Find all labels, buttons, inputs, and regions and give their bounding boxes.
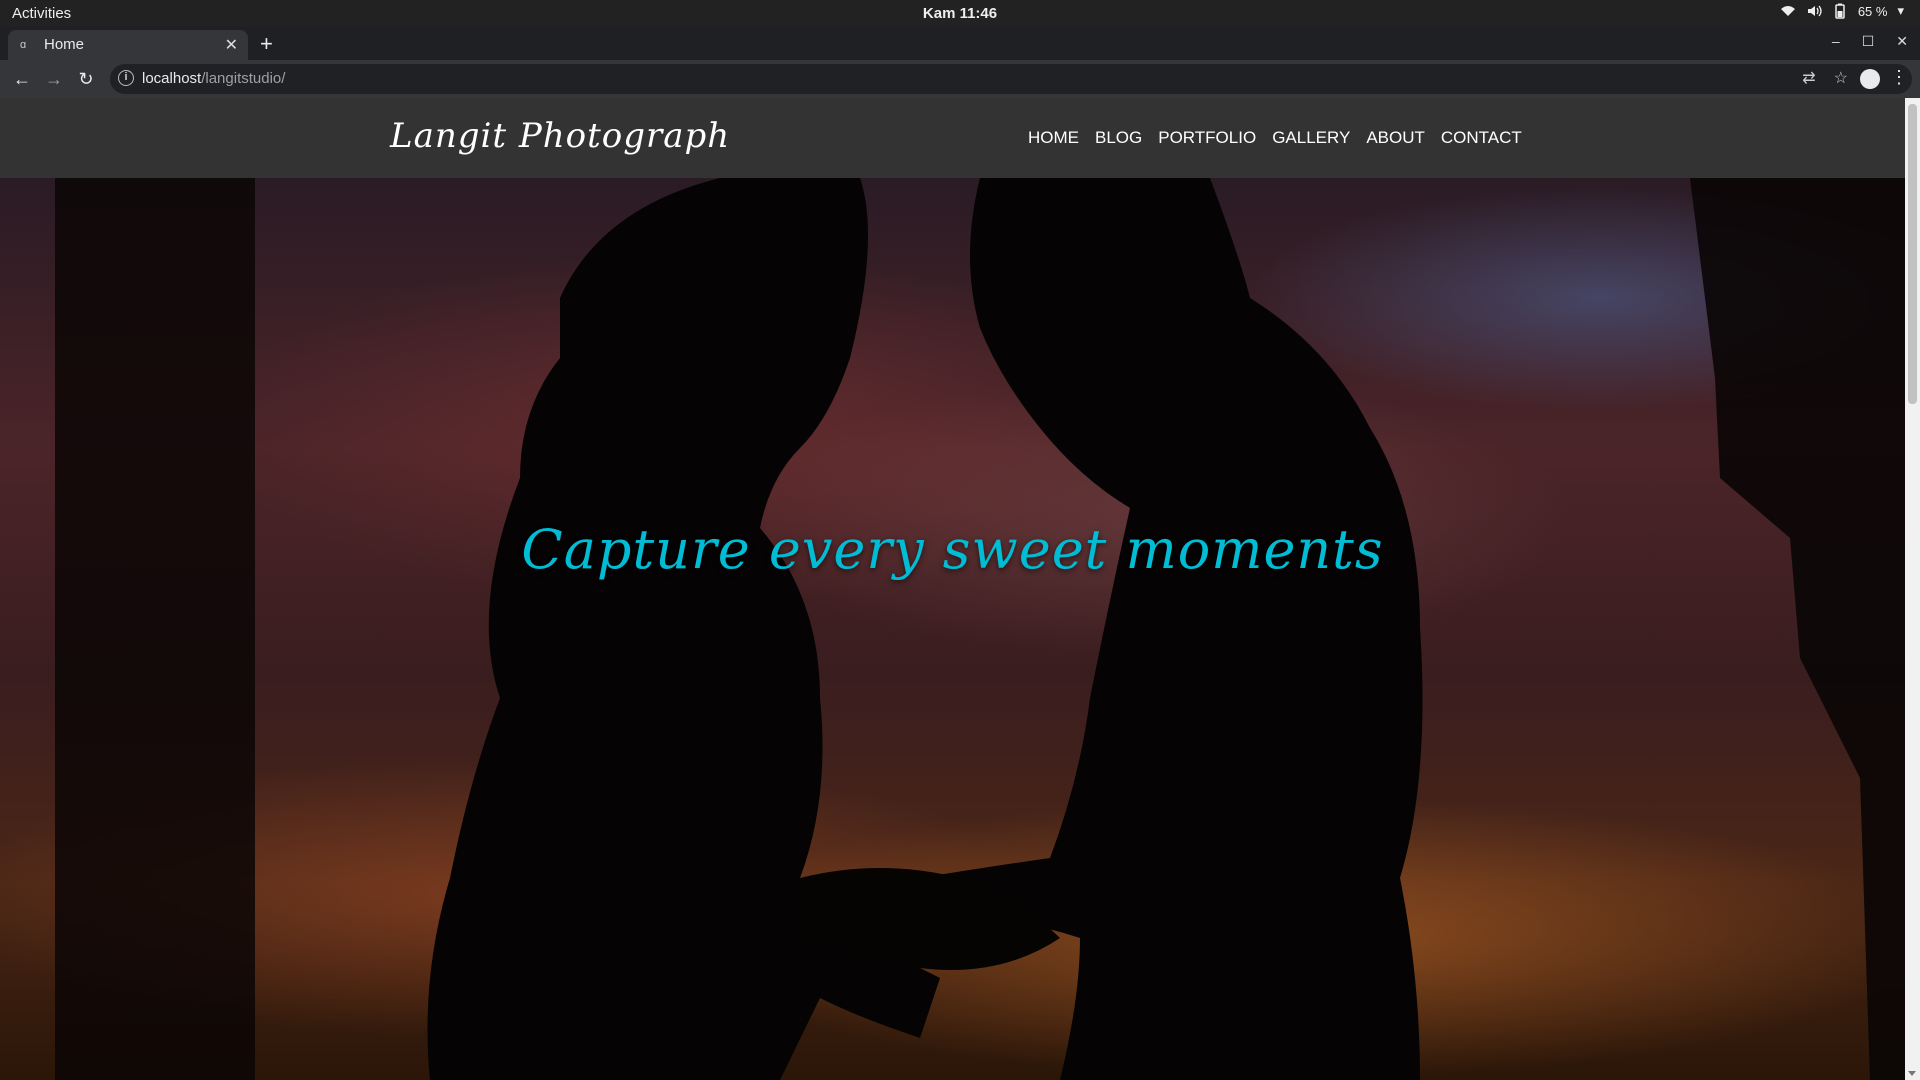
system-clock[interactable]: Kam 11:46 xyxy=(923,5,997,22)
reload-icon[interactable]: ↻ xyxy=(76,69,96,89)
url-host: localhost xyxy=(142,70,202,87)
bookmark-star-icon[interactable]: ☆ xyxy=(1834,68,1848,88)
tab-title: Home xyxy=(44,36,85,53)
battery-icon xyxy=(1835,3,1845,19)
browser-menu-icon[interactable]: ⋮ xyxy=(1890,67,1908,88)
system-top-bar: Activities Kam 11:46 65 % ▾ xyxy=(0,0,1920,27)
scrollbar-thumb[interactable] xyxy=(1908,104,1917,404)
nav-portfolio[interactable]: PORTFOLIO xyxy=(1158,128,1256,148)
address-bar[interactable]: i localhost/langitstudio/ ⇄ ☆ xyxy=(110,64,1912,94)
activities-button[interactable]: Activities xyxy=(12,5,71,22)
window-controls: – ☐ ✕ xyxy=(1832,33,1908,50)
page-viewport: Langit Photograph HOME BLOG PORTFOLIO GA… xyxy=(0,98,1905,1080)
url-path: /langitstudio/ xyxy=(201,70,286,87)
hero-section: Capture every sweet moments xyxy=(0,178,1905,1080)
back-arrow-icon[interactable]: ← xyxy=(12,69,32,89)
nav-blog[interactable]: BLOG xyxy=(1095,128,1142,148)
scroll-down-arrow-icon[interactable] xyxy=(1908,1071,1916,1076)
site-brand-logo[interactable]: Langit Photograph xyxy=(390,116,730,156)
wifi-icon xyxy=(1780,6,1795,16)
hero-title: Capture every sweet moments xyxy=(521,518,1384,581)
nav-gallery[interactable]: GALLERY xyxy=(1272,128,1350,148)
tab-favicon-icon: ɑ xyxy=(20,39,27,51)
page-scrollbar[interactable] xyxy=(1905,98,1920,1080)
system-clock-container: Kam 11:46 xyxy=(0,5,1920,22)
nav-home[interactable]: HOME xyxy=(1028,128,1079,148)
forward-arrow-icon[interactable]: → xyxy=(44,69,64,89)
site-header: Langit Photograph HOME BLOG PORTFOLIO GA… xyxy=(0,98,1905,178)
close-window-icon[interactable]: ✕ xyxy=(1896,33,1908,50)
browser-tab-home[interactable]: ɑ Home ✕ xyxy=(8,30,248,60)
site-info-icon[interactable]: i xyxy=(118,70,134,86)
tab-close-icon[interactable]: ✕ xyxy=(225,35,238,55)
maximize-icon[interactable]: ☐ xyxy=(1862,33,1875,50)
address-bar-actions: ⇄ ☆ xyxy=(1802,68,1900,88)
system-menu-chevron-down-icon[interactable]: ▾ xyxy=(1897,3,1904,19)
site-nav: HOME BLOG PORTFOLIO GALLERY ABOUT CONTAC… xyxy=(1028,128,1522,148)
system-tray[interactable]: 65 % ▾ xyxy=(1780,3,1904,19)
nav-contact[interactable]: CONTACT xyxy=(1441,128,1522,148)
volume-icon xyxy=(1807,5,1822,17)
browser-tab-strip: ɑ Home ✕ + – ☐ ✕ xyxy=(0,27,1920,60)
hero-silhouette-photo xyxy=(55,178,1905,1080)
translate-icon[interactable]: ⇄ xyxy=(1802,68,1815,88)
minimize-icon[interactable]: – xyxy=(1832,33,1840,50)
nav-about[interactable]: ABOUT xyxy=(1366,128,1425,148)
profile-avatar-icon[interactable] xyxy=(1860,69,1880,89)
address-url[interactable]: localhost/langitstudio/ xyxy=(142,70,285,87)
browser-toolbar: ← → ↻ i localhost/langitstudio/ ⇄ ☆ ⋮ xyxy=(0,60,1920,98)
new-tab-button[interactable]: + xyxy=(260,31,273,57)
battery-percent: 65 % xyxy=(1857,3,1888,19)
